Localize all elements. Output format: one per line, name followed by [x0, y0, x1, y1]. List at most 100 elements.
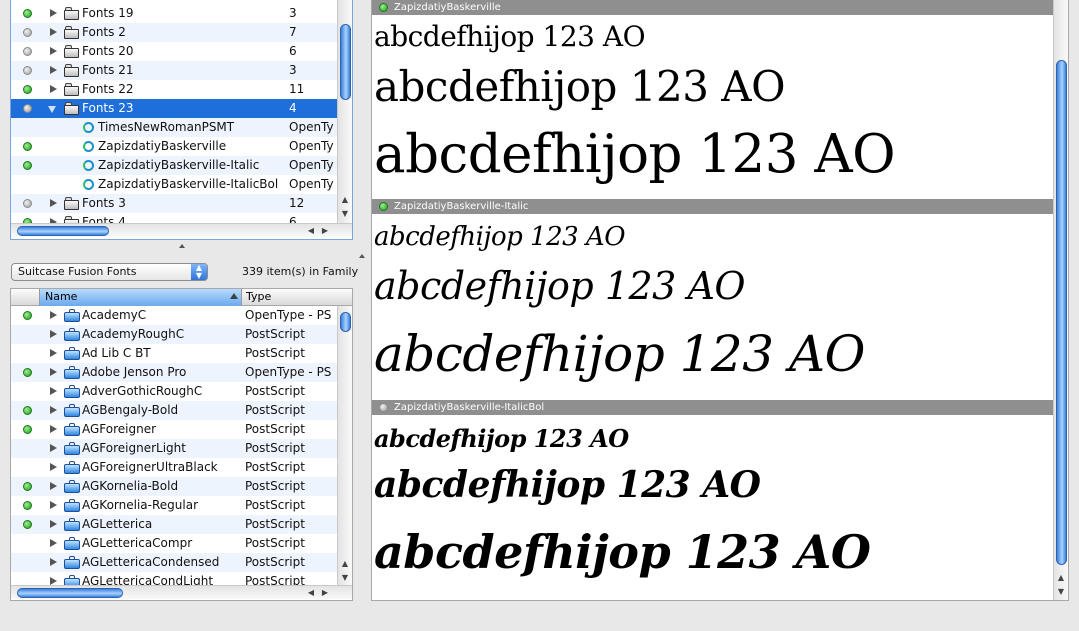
- set-label: Fonts 21: [82, 63, 134, 77]
- font-label: TimesNewRomanPSMT: [98, 120, 235, 134]
- font-row-child[interactable]: TimesNewRomanPSMT OpenTy: [11, 118, 337, 137]
- status-dot-icon[interactable]: [23, 142, 32, 151]
- suitcase-icon: [64, 556, 80, 569]
- disclosure-triangle-icon[interactable]: [50, 482, 57, 490]
- fonts-list[interactable]: Name Type AcademyC OpenType - PS AcademyRo…: [10, 288, 353, 601]
- status-dot-icon[interactable]: [23, 199, 32, 208]
- preview-vertical-scrollbar[interactable]: ▲ ▼: [1053, 0, 1068, 600]
- suitcase-icon: [64, 480, 80, 493]
- sets-vertical-scrollbar[interactable]: ▲ ▼: [337, 0, 352, 223]
- status-dot-icon[interactable]: [379, 403, 388, 412]
- disclosure-triangle-icon[interactable]: [50, 501, 57, 509]
- disclosure-triangle-icon[interactable]: [50, 199, 57, 207]
- scroll-left-arrow-icon[interactable]: ◀: [304, 224, 318, 238]
- set-row-fonts-3[interactable]: Fonts 3 12: [11, 194, 337, 213]
- disclosure-triangle-icon[interactable]: [50, 463, 57, 471]
- set-row-fonts-19[interactable]: Fonts 19 3: [11, 4, 337, 23]
- disclosure-triangle-icon[interactable]: [50, 577, 57, 585]
- scroll-thumb[interactable]: [340, 312, 351, 332]
- font-family-row[interactable]: AGForeignerUltraBlack PostScript: [11, 458, 337, 477]
- disclosure-triangle-icon[interactable]: [50, 47, 57, 55]
- status-dot-icon[interactable]: [23, 368, 32, 377]
- status-dot-icon[interactable]: [379, 202, 388, 211]
- scroll-down-arrow-icon[interactable]: ▼: [338, 207, 352, 221]
- font-family-row[interactable]: AGLettericaCondensed PostScript: [11, 553, 337, 572]
- disclosure-triangle-icon[interactable]: [50, 9, 57, 17]
- column-header-name[interactable]: Name: [39, 289, 242, 306]
- disclosure-triangle-icon[interactable]: [50, 520, 57, 528]
- disclosure-triangle-icon[interactable]: [50, 349, 57, 357]
- status-dot-icon[interactable]: [23, 425, 32, 434]
- disclosure-triangle-icon[interactable]: [50, 28, 57, 36]
- font-row-child[interactable]: ZapizdatiyBaskerville OpenTy: [11, 137, 337, 156]
- status-dot-icon[interactable]: [23, 311, 32, 320]
- fonts-horizontal-scrollbar[interactable]: ◀ ▶: [11, 585, 352, 599]
- scroll-down-arrow-icon[interactable]: ▼: [1054, 585, 1068, 599]
- set-row-fonts-23-selected[interactable]: Fonts 23 4: [11, 99, 337, 118]
- disclosure-triangle-icon[interactable]: [50, 444, 57, 452]
- font-family-row[interactable]: AcademyRoughC PostScript: [11, 325, 337, 344]
- status-dot-icon[interactable]: [23, 85, 32, 94]
- split-handle-icon[interactable]: [359, 254, 365, 258]
- status-dot-icon[interactable]: [23, 406, 32, 415]
- disclosure-triangle-open-icon[interactable]: [48, 106, 56, 113]
- font-row-child[interactable]: ZapizdatiyBaskerville-Italic OpenTy: [11, 156, 337, 175]
- popup-arrows-icon[interactable]: ▲ ▼: [191, 264, 207, 280]
- font-family-row[interactable]: AdverGothicRoughC PostScript: [11, 382, 337, 401]
- font-family-row[interactable]: AGBengaly-Bold PostScript: [11, 401, 337, 420]
- scroll-left-arrow-icon[interactable]: ◀: [304, 586, 318, 600]
- set-row-fonts-21[interactable]: Fonts 21 3: [11, 61, 337, 80]
- library-popup[interactable]: Suitcase Fusion Fonts ▲ ▼: [11, 263, 208, 281]
- disclosure-triangle-icon[interactable]: [50, 539, 57, 547]
- status-dot-icon[interactable]: [23, 28, 32, 37]
- font-family-row[interactable]: AGKornelia-Regular PostScript: [11, 496, 337, 515]
- font-family-row[interactable]: AGLettericaCompr PostScript: [11, 534, 337, 553]
- disclosure-triangle-icon[interactable]: [50, 368, 57, 376]
- scroll-up-arrow-icon[interactable]: ▲: [1054, 571, 1068, 585]
- disclosure-triangle-icon[interactable]: [50, 406, 57, 414]
- status-dot-icon[interactable]: [23, 66, 32, 75]
- suitcase-icon: [64, 347, 80, 360]
- status-dot-icon[interactable]: [23, 47, 32, 56]
- scroll-thumb[interactable]: [340, 24, 351, 100]
- scroll-thumb[interactable]: [17, 226, 109, 236]
- split-handle-icon[interactable]: [179, 244, 185, 248]
- set-row-fonts-2[interactable]: Fonts 2 7: [11, 23, 337, 42]
- scroll-right-arrow-icon[interactable]: ▶: [318, 224, 332, 238]
- fonts-vertical-scrollbar[interactable]: ▲ ▼: [337, 306, 352, 585]
- status-dot-icon[interactable]: [23, 104, 32, 113]
- disclosure-triangle-icon[interactable]: [50, 66, 57, 74]
- font-family-row[interactable]: AcademyC OpenType - PS: [11, 306, 337, 325]
- status-dot-icon[interactable]: [23, 501, 32, 510]
- column-header-type[interactable]: Type: [244, 289, 271, 305]
- set-row-fonts-4[interactable]: Fonts 4 6: [11, 213, 337, 223]
- font-row-child[interactable]: ZapizdatiyBaskerville-ItalicBol OpenTy: [11, 175, 337, 194]
- disclosure-triangle-icon[interactable]: [50, 558, 57, 566]
- font-family-row[interactable]: AGKornelia-Bold PostScript: [11, 477, 337, 496]
- set-row-fonts-20[interactable]: Fonts 20 6: [11, 42, 337, 61]
- scroll-thumb[interactable]: [17, 588, 123, 598]
- disclosure-triangle-icon[interactable]: [50, 387, 57, 395]
- scroll-up-arrow-icon[interactable]: ▲: [338, 193, 352, 207]
- font-family-row[interactable]: AGForeignerLight PostScript: [11, 439, 337, 458]
- disclosure-triangle-icon[interactable]: [50, 311, 57, 319]
- scroll-right-arrow-icon[interactable]: ▶: [318, 586, 332, 600]
- set-row-fonts-22[interactable]: Fonts 22 11: [11, 80, 337, 99]
- scroll-down-arrow-icon[interactable]: ▼: [338, 571, 352, 585]
- status-dot-icon[interactable]: [23, 482, 32, 491]
- scroll-thumb[interactable]: [1056, 60, 1067, 565]
- font-family-row[interactable]: Ad Lib C BT PostScript: [11, 344, 337, 363]
- font-family-row[interactable]: AGLetterica PostScript: [11, 515, 337, 534]
- disclosure-triangle-icon[interactable]: [50, 330, 57, 338]
- sets-horizontal-scrollbar[interactable]: ◀ ▶: [11, 223, 352, 237]
- scroll-up-arrow-icon[interactable]: ▲: [338, 557, 352, 571]
- disclosure-triangle-icon[interactable]: [50, 85, 57, 93]
- status-dot-icon[interactable]: [23, 161, 32, 170]
- status-dot-icon[interactable]: [23, 520, 32, 529]
- status-dot-icon[interactable]: [23, 9, 32, 18]
- font-family-row[interactable]: Adobe Jenson Pro OpenType - PS: [11, 363, 337, 382]
- disclosure-triangle-icon[interactable]: [50, 425, 57, 433]
- font-family-row[interactable]: AGForeigner PostScript: [11, 420, 337, 439]
- font-sets-list[interactable]: Fonts 19 3 Fonts 2 7 Fonts 20 6 Fonts 21…: [10, 0, 353, 240]
- status-dot-icon[interactable]: [379, 3, 388, 12]
